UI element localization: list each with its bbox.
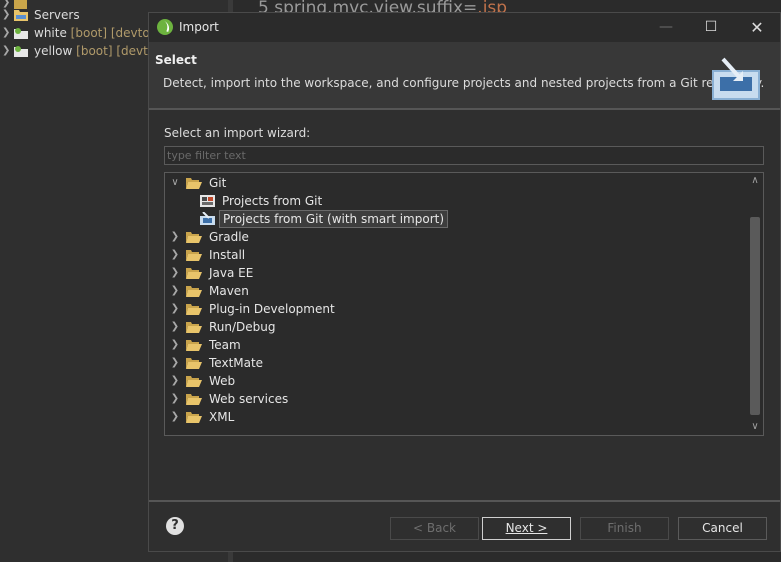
dialog-titlebar[interactable]: Import — ☐ ✕ bbox=[149, 13, 780, 42]
help-button[interactable]: ? bbox=[166, 517, 184, 535]
tree-item-java-ee[interactable]: ❯ Java EE bbox=[170, 264, 730, 282]
tree-item-label: Git bbox=[209, 176, 227, 190]
explorer-item-meta: [boot] [devtool bbox=[70, 26, 161, 40]
page-title: Select bbox=[155, 53, 197, 67]
scrollbar-thumb[interactable] bbox=[750, 217, 760, 415]
window-title: Import bbox=[179, 20, 219, 34]
page-description: Detect, import into the workspace, and c… bbox=[163, 76, 765, 90]
tree-item-textmate[interactable]: ❯ TextMate bbox=[170, 354, 730, 372]
folder-icon bbox=[186, 304, 202, 315]
chevron-right-icon[interactable]: ❯ bbox=[170, 390, 180, 408]
back-button[interactable]: < Back bbox=[390, 517, 479, 540]
chevron-down-icon[interactable]: ∨ bbox=[170, 174, 180, 192]
wizard-header: Select Detect, import into the workspace… bbox=[149, 42, 780, 110]
select-wizard-label: Select an import wizard: bbox=[164, 126, 311, 140]
folder-icon bbox=[186, 340, 202, 351]
tree-item-git[interactable]: ∨ Git bbox=[170, 174, 730, 192]
chevron-right-icon[interactable]: ❯ bbox=[170, 246, 180, 264]
folder-icon bbox=[186, 286, 202, 297]
chevron-right-icon[interactable]: ❯ bbox=[170, 282, 180, 300]
folder-icon bbox=[14, 10, 28, 21]
boot-project-icon bbox=[14, 28, 28, 39]
tree-item-label: TextMate bbox=[209, 356, 264, 370]
folder-icon bbox=[186, 412, 202, 423]
tree-item-web[interactable]: ❯ Web bbox=[170, 372, 730, 390]
chevron-right-icon[interactable]: ❯ bbox=[2, 24, 10, 42]
open-folder-icon bbox=[186, 178, 202, 189]
chevron-right-icon[interactable]: ❯ bbox=[170, 318, 180, 336]
tree-item-plug-in-development[interactable]: ❯ Plug-in Development bbox=[170, 300, 730, 318]
chevron-right-icon[interactable]: ❯ bbox=[170, 354, 180, 372]
boot-project-icon bbox=[14, 46, 28, 57]
chevron-right-icon[interactable]: ❯ bbox=[170, 372, 180, 390]
explorer-item-label: yellow bbox=[34, 44, 73, 58]
tree-item-team[interactable]: ❯ Team bbox=[170, 336, 730, 354]
tree-item-projects-from-git[interactable]: Projects from Git bbox=[200, 192, 720, 210]
chevron-right-icon[interactable]: ❯ bbox=[170, 300, 180, 318]
tree-item-maven[interactable]: ❯ Maven bbox=[170, 282, 730, 300]
explorer-item-text: white [boot] [devtool bbox=[34, 24, 160, 42]
folder-icon bbox=[186, 376, 202, 387]
tree-item-run-debug[interactable]: ❯ Run/Debug bbox=[170, 318, 730, 336]
next-button[interactable]: Next > bbox=[482, 517, 571, 540]
tree-item-label: Plug-in Development bbox=[209, 302, 335, 316]
tree-item-label: Projects from Git bbox=[222, 194, 323, 208]
tree-item-label: Projects from Git (with smart import) bbox=[219, 210, 449, 228]
tree-item-label: Team bbox=[209, 338, 241, 352]
tree-item-label: Run/Debug bbox=[209, 320, 276, 334]
folder-icon bbox=[186, 232, 202, 243]
folder-icon bbox=[186, 250, 202, 261]
tree-item-label: Web services bbox=[209, 392, 289, 406]
tree-item-xml[interactable]: ❯ XML bbox=[170, 408, 730, 426]
tree-item-label: Maven bbox=[209, 284, 249, 298]
tree-item-install[interactable]: ❯ Install bbox=[170, 246, 730, 264]
tree-item-label: Web bbox=[209, 374, 236, 388]
minimize-button[interactable]: — bbox=[643, 13, 689, 42]
explorer-item-text: yellow [boot] [devtoo bbox=[34, 42, 163, 60]
filter-input[interactable] bbox=[164, 146, 764, 165]
close-button[interactable]: ✕ bbox=[734, 13, 780, 42]
folder-icon bbox=[186, 268, 202, 279]
tree-item-label: Gradle bbox=[209, 230, 249, 244]
import-wizard-icon bbox=[712, 57, 760, 100]
tree-item-label: Install bbox=[209, 248, 246, 262]
tree-item-label: Java EE bbox=[209, 266, 254, 280]
tree-item-projects-from-git-smart-import[interactable]: Projects from Git (with smart import) bbox=[200, 210, 720, 228]
wizard-tree[interactable]: ∨ Git Projects from Git Projects from Gi… bbox=[164, 172, 764, 436]
spring-logo-icon bbox=[157, 19, 173, 35]
cancel-button[interactable]: Cancel bbox=[678, 517, 767, 540]
explorer-item-label: Servers bbox=[34, 8, 80, 22]
folder-icon bbox=[186, 322, 202, 333]
tree-item-label: XML bbox=[209, 410, 235, 424]
smart-import-icon bbox=[200, 212, 215, 225]
chevron-right-icon[interactable]: ❯ bbox=[170, 264, 180, 282]
tree-scrollbar[interactable]: ∧ ∨ bbox=[747, 173, 763, 435]
git-import-icon bbox=[200, 195, 215, 207]
scroll-up-arrow[interactable]: ∧ bbox=[747, 173, 763, 189]
explorer-item-label: white bbox=[34, 26, 67, 40]
tree-item-web-services[interactable]: ❯ Web services bbox=[170, 390, 730, 408]
import-dialog: Import — ☐ ✕ Select Detect, import into … bbox=[148, 12, 781, 552]
footer-separator bbox=[149, 500, 780, 502]
chevron-right-icon[interactable]: ❯ bbox=[170, 408, 180, 426]
scroll-down-arrow[interactable]: ∨ bbox=[747, 419, 763, 435]
folder-icon bbox=[186, 394, 202, 405]
chevron-right-icon[interactable]: ❯ bbox=[170, 336, 180, 354]
finish-button[interactable]: Finish bbox=[580, 517, 669, 540]
tree-item-gradle[interactable]: ❯ Gradle bbox=[170, 228, 730, 246]
chevron-right-icon[interactable]: ❯ bbox=[2, 6, 10, 24]
maximize-button[interactable]: ☐ bbox=[688, 13, 734, 42]
chevron-right-icon[interactable]: ❯ bbox=[170, 228, 180, 246]
folder-icon bbox=[186, 358, 202, 369]
chevron-right-icon[interactable]: ❯ bbox=[2, 42, 10, 60]
